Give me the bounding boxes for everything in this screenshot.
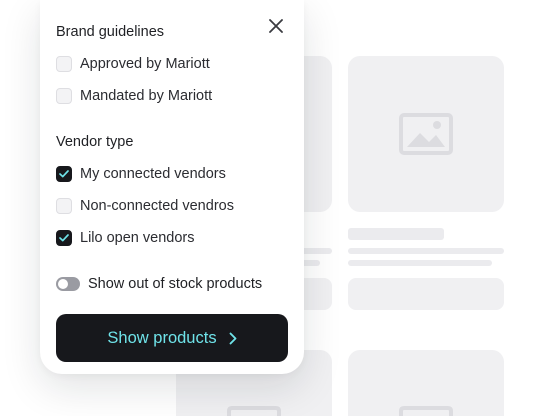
option-non-connected-vendors[interactable]: Non-connected vendros [56,196,288,216]
checkbox-approved-by-mariott[interactable] [56,56,72,72]
checkbox-non-connected-vendors[interactable] [56,198,72,214]
toggle-knob [58,279,68,289]
brand-guidelines-group: Brand guidelines Approved by Mariott Man… [56,22,288,106]
show-products-button[interactable]: Show products [56,314,288,362]
image-placeholder-icon [399,406,453,416]
close-button[interactable] [266,18,286,38]
checkbox-mandated-by-mariott[interactable] [56,88,72,104]
option-label: My connected vendors [80,166,226,182]
image-placeholder-icon [227,406,281,416]
option-label: Mandated by Mariott [80,88,213,104]
filter-panel: Brand guidelines Approved by Mariott Man… [40,0,304,374]
option-label: Lilo open vendors [80,230,195,246]
option-mandated-by-mariott[interactable]: Mandated by Mariott [56,86,288,106]
vendor-type-group: Vendor type My connected vendors Non-con… [56,132,288,248]
toggle-label: Show out of stock products [88,276,263,292]
option-label: Non-connected vendros [80,198,234,214]
chevron-right-icon [229,332,237,345]
text-skeleton [348,248,504,254]
check-icon [59,229,69,247]
text-skeleton [348,260,492,266]
checkbox-lilo-open-vendors[interactable] [56,230,72,246]
option-approved-by-mariott[interactable]: Approved by Mariott [56,54,288,74]
button-skeleton [348,278,504,310]
option-lilo-open-vendors[interactable]: Lilo open vendors [56,228,288,248]
vendor-type-title: Vendor type [56,134,134,150]
product-card-image [348,350,504,416]
option-my-connected-vendors[interactable]: My connected vendors [56,164,288,184]
option-label: Approved by Mariott [80,56,210,72]
checkbox-my-connected-vendors[interactable] [56,166,72,182]
show-products-label: Show products [107,328,217,347]
out-of-stock-toggle[interactable] [56,277,80,291]
check-icon [59,165,69,183]
close-icon [269,18,283,38]
brand-guidelines-title: Brand guidelines [56,24,165,40]
product-card-image [348,56,504,212]
out-of-stock-toggle-row[interactable]: Show out of stock products [56,274,288,294]
image-placeholder-icon [399,113,453,155]
title-skeleton [348,228,444,240]
